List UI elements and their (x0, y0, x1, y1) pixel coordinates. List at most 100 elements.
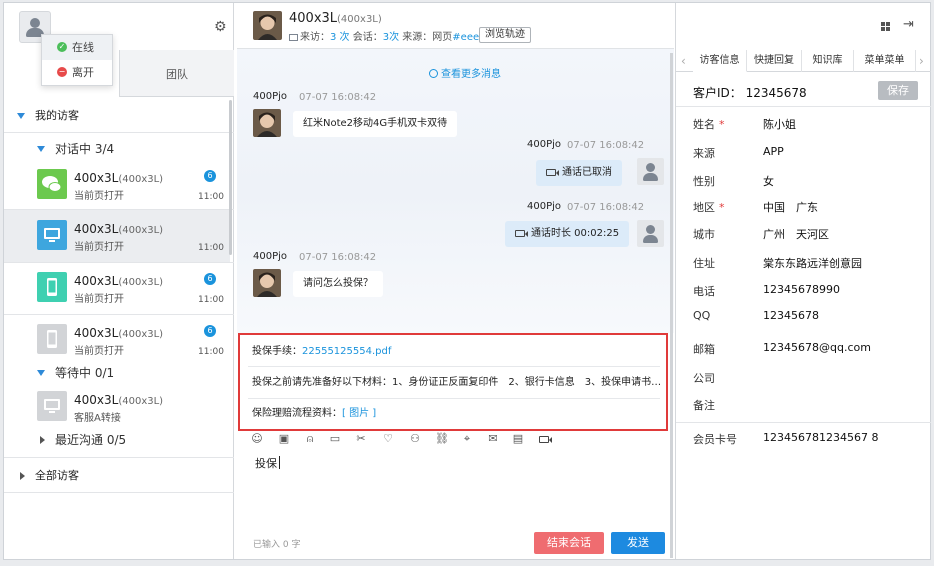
status-away-option[interactable]: − 离开 (42, 60, 112, 85)
left-tabs: 团队 (4, 50, 234, 97)
save-button[interactable]: 保存 (878, 81, 918, 100)
desktop-icon (37, 220, 67, 250)
status-online-label: 在线 (72, 41, 94, 54)
clock-icon (429, 69, 438, 78)
my-visitors-label: 我的访客 (35, 109, 79, 122)
visitor-list-scrollbar[interactable] (229, 100, 232, 255)
tab-knowledge-base[interactable]: 知识库 (802, 50, 854, 72)
field-value-email[interactable]: 12345678@qq.com (763, 341, 871, 354)
phone-icon (37, 324, 67, 354)
divider (676, 422, 931, 423)
video-icon (546, 169, 559, 176)
folder-icon[interactable]: ▭ (329, 433, 341, 445)
visitor-time: 11:00 (198, 243, 224, 253)
chat-scrollbar[interactable] (670, 53, 673, 558)
message-time: 07-07 16:08:42 (567, 140, 645, 151)
message-time: 07-07 16:08:42 (567, 202, 645, 213)
field-value-name[interactable]: 陈小姐 (763, 116, 796, 132)
tab-team[interactable]: 团队 (119, 50, 234, 97)
customer-info-panel: ⇥ ‹ 访客信息 快捷回复 知识库 菜单菜单 › 客户ID： 12345678 … (675, 3, 931, 559)
visitor-item[interactable]: 400x3L(400x3L) 当前页打开 11:00 (4, 210, 230, 262)
recent-group[interactable]: 最近沟通 0/5 (4, 429, 234, 451)
divider (676, 106, 931, 107)
document-icon[interactable]: ▤ (512, 433, 524, 445)
chat-visitor-meta: 来访：3 次 会话：3次 来源：网页#eee (289, 28, 479, 43)
composer-toolbar: ☺ ▣ ⍝ ▭ ✂ ♡ ⚇ ⛓ ⌖ ✉ ▤ (249, 433, 569, 449)
location-icon[interactable]: ⌖ (461, 433, 473, 445)
chevron-right-icon[interactable]: › (919, 54, 924, 68)
visitor-time: 11:00 (198, 192, 224, 202)
visitor-item[interactable]: 400x3L(400x3L) 当前页打开 6 11:00 (4, 159, 230, 211)
check-icon: ✓ (57, 42, 67, 52)
scissors-icon[interactable]: ✂ (355, 433, 367, 445)
visitor-item[interactable]: 400x3L(400x3L) 当前页打开 6 11:00 (4, 262, 230, 314)
link-icon[interactable]: ⛓ (435, 433, 449, 445)
send-button[interactable]: 发送 (611, 532, 665, 554)
message-sender: 400Pjo (253, 91, 288, 102)
field-value-address[interactable]: 棠东东路远洋创意园 (763, 255, 862, 271)
chat-header: 400x3L(400x3L) 来访：3 次 会话：3次 来源：网页#eee 浏览… (237, 3, 674, 49)
visitor-status: 客服A转接 (74, 413, 121, 424)
field-value-city[interactable]: 广州 天河区 (763, 226, 829, 242)
message-list: 查看更多消息 400Pjo 07-07 16:08:42 红米Note2移动4G… (237, 49, 674, 333)
field-label-region: 地区 * (693, 201, 725, 214)
all-visitors-header[interactable]: 全部访客 (4, 463, 234, 489)
quick-reply-item[interactable]: 投保之前请先准备好以下材料：1、身份证正反面复印件 2、银行卡信息 3、投保申请… (240, 367, 666, 398)
tab-quick-reply[interactable]: 快捷回复 (747, 50, 802, 72)
caret-down-icon (37, 146, 45, 152)
video-icon[interactable] (538, 433, 552, 445)
transfer-user-icon[interactable]: ⚇ (409, 433, 421, 445)
message-input[interactable]: 投保 (255, 455, 280, 471)
visitor-item[interactable]: 400x3L(400x3L) 当前页打开 6 11:00 (4, 314, 230, 366)
status-online-option[interactable]: ✓ 在线 (42, 35, 112, 60)
right-header: ⇥ (676, 3, 931, 49)
unread-badge: 6 (204, 273, 216, 285)
message-time: 07-07 16:08:42 (299, 92, 377, 103)
field-value-source[interactable]: APP (763, 145, 784, 158)
message-time: 07-07 16:08:42 (299, 252, 377, 263)
wechat-icon (37, 169, 67, 199)
chevron-left-icon[interactable]: ‹ (681, 54, 686, 68)
collapse-panel-icon[interactable]: ⇥ (903, 18, 914, 32)
grid-icon[interactable] (881, 22, 890, 31)
image-icon[interactable]: ▣ (278, 433, 290, 445)
tab-visitor-info[interactable]: 访客信息 (693, 50, 747, 72)
quick-reply-item[interactable]: 保险理赔流程资料：[ 图片 ] (240, 398, 666, 429)
field-label-address: 住址 (693, 257, 715, 270)
visitor-item[interactable]: 400x3L(400x3L) 客服A转接 (4, 381, 230, 433)
in-chat-label: 对话中 3/4 (55, 142, 115, 156)
visitor-time: 11:00 (198, 347, 224, 357)
agent-avatar (637, 220, 664, 247)
visitor-name: 400x3L(400x3L) (74, 393, 164, 407)
microphone-icon[interactable]: ⍝ (304, 433, 316, 445)
load-more-link[interactable]: 查看更多消息 (429, 65, 501, 80)
in-chat-group[interactable]: 对话中 3/4 (4, 138, 234, 160)
visitor-avatar (253, 269, 281, 297)
field-label-company: 公司 (693, 372, 715, 385)
field-label-source: 来源 (693, 147, 715, 160)
my-visitors-header[interactable]: 我的访客 (4, 103, 234, 129)
divider (4, 132, 234, 133)
browse-trail-button[interactable]: 浏览轨迹 (479, 27, 531, 43)
recent-label: 最近沟通 0/5 (55, 433, 127, 447)
visitor-panel: ⚙ ✓ 在线 − 离开 团队 我的访客 对话中 3/4 400x3L(400x3… (4, 3, 234, 559)
visitor-status: 当前页打开 (74, 346, 124, 357)
field-value-qq[interactable]: 12345678 (763, 309, 819, 322)
heart-icon[interactable]: ♡ (382, 433, 394, 445)
visitor-name: 400x3L(400x3L) (74, 222, 164, 236)
agent-avatar (637, 158, 664, 185)
right-tabs: ‹ 访客信息 快捷回复 知识库 菜单菜单 › (676, 50, 931, 72)
field-value-member-card[interactable]: 123456781234567 8 (763, 431, 878, 444)
field-value-gender[interactable]: 女 (763, 173, 774, 189)
field-value-phone[interactable]: 12345678990 (763, 283, 840, 296)
email-icon[interactable]: ✉ (487, 433, 499, 445)
field-label-city: 城市 (693, 228, 715, 241)
quick-reply-item[interactable]: 投保手续：22555125554.pdf (240, 336, 666, 367)
end-chat-button[interactable]: 结束会话 (534, 532, 604, 554)
message-sender: 400Pjo (527, 201, 562, 212)
visitor-status: 当前页打开 (74, 242, 124, 253)
emoji-icon[interactable]: ☺ (251, 433, 263, 445)
field-value-region[interactable]: 中国 广东 (763, 199, 818, 215)
gear-icon[interactable]: ⚙ (214, 20, 227, 34)
tab-menu[interactable]: 菜单菜单 (854, 50, 916, 72)
